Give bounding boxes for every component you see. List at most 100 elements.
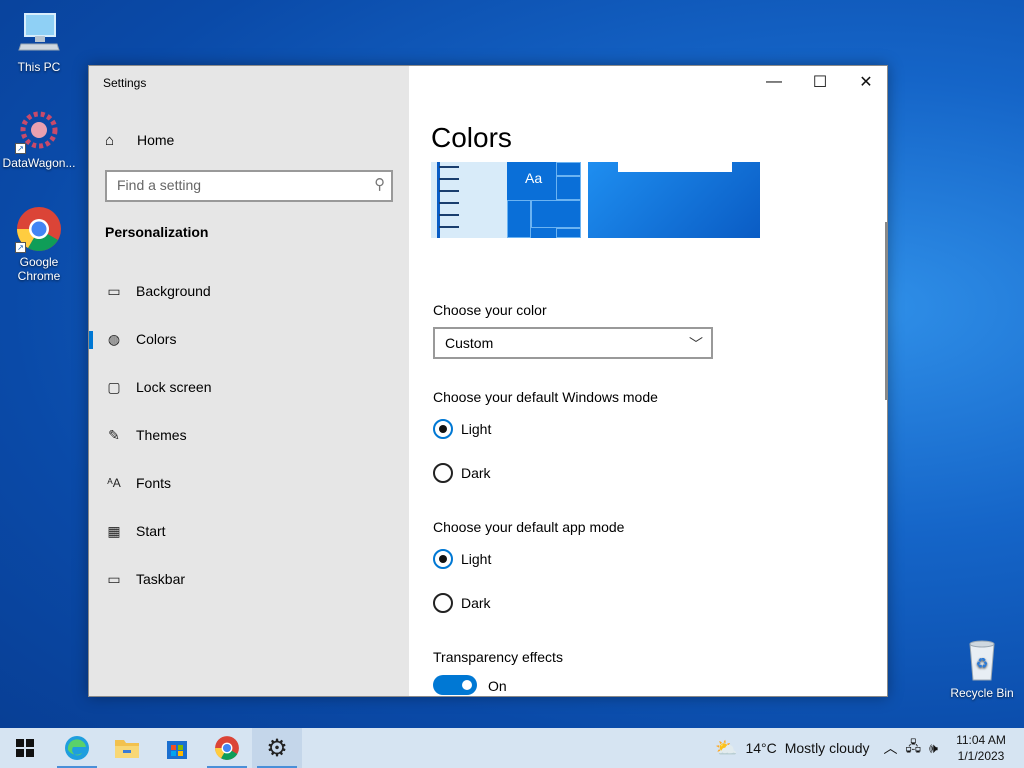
clock-time: 11:04 AM: [956, 733, 1006, 747]
preview-sample-text: Aa: [525, 170, 543, 186]
windows-mode-light-radio[interactable]: Light: [433, 418, 491, 440]
recycle-bin-icon: ♻: [958, 636, 1006, 684]
app-mode-dark-radio[interactable]: Dark: [433, 592, 491, 614]
sidebar-item-colors[interactable]: ◍ Colors: [89, 321, 409, 357]
taskbar-icon: ▭: [107, 570, 121, 587]
weather-temp[interactable]: 14°C: [745, 740, 776, 756]
search-input[interactable]: Find a setting ⚲: [105, 170, 393, 202]
svg-text:♻: ♻: [976, 656, 989, 672]
page-title: Colors: [431, 122, 512, 153]
shortcut-arrow-icon: ↗: [15, 242, 26, 253]
desktop-icon-label: DataWagon...: [2, 156, 76, 170]
sidebar-item-label: Start: [136, 523, 166, 539]
main-panel: — ☐ ✕ Colors Aa Choose your color Custom…: [409, 66, 887, 696]
palette-icon: ◍: [107, 330, 121, 347]
taskbar-file-explorer-button[interactable]: [102, 728, 152, 768]
gear-icon: ⚙: [266, 734, 288, 762]
home-link[interactable]: ⌂ Home: [105, 130, 174, 150]
shortcut-arrow-icon: ↗: [15, 143, 26, 154]
radio-indicator: [433, 549, 453, 569]
choose-color-dropdown[interactable]: Custom ﹀: [433, 327, 713, 359]
sidebar-item-label: Background: [136, 283, 211, 299]
choose-color-value: Custom: [445, 335, 494, 351]
windows-mode-label: Choose your default Windows mode: [433, 389, 658, 405]
app-mode-light-radio[interactable]: Light: [433, 548, 491, 570]
window-title: Settings: [103, 76, 147, 90]
maximize-button[interactable]: ☐: [797, 66, 843, 98]
app-mode-label: Choose your default app mode: [433, 519, 625, 535]
home-label: Home: [137, 132, 175, 148]
search-placeholder: Find a setting: [117, 177, 202, 193]
lock-screen-icon: ▢: [107, 378, 121, 395]
sidebar-item-label: Fonts: [136, 475, 172, 491]
radio-label: Dark: [461, 595, 491, 611]
volume-icon[interactable]: 🕪: [929, 740, 938, 757]
minimize-button[interactable]: —: [751, 66, 797, 98]
start-button[interactable]: [0, 728, 50, 768]
taskbar-chrome-button[interactable]: [202, 728, 252, 768]
computer-icon: [15, 10, 63, 58]
transparency-toggle[interactable]: [433, 675, 477, 695]
transparency-state: On: [488, 678, 507, 694]
home-icon: ⌂: [105, 131, 115, 149]
radio-label: Light: [461, 421, 492, 437]
desktop-icon-label: Recycle Bin: [950, 686, 1014, 700]
preview-tiles: Aa: [507, 162, 581, 238]
desktop-icon-this-pc[interactable]: This PC: [1, 10, 77, 74]
store-icon: [167, 741, 187, 759]
taskbar-edge-button[interactable]: [52, 728, 102, 768]
preview-desktop: [588, 162, 760, 238]
chrome-icon: ↗: [15, 205, 63, 253]
sidebar-item-start[interactable]: ▦ Start: [89, 513, 409, 549]
taskbar: ⚙ ⛅ 14°C Mostly cloudy ︿ 🖧 🕪 11:04 AM 1/…: [0, 728, 1024, 768]
start-icon: ▦: [107, 522, 121, 539]
taskbar-store-button[interactable]: [152, 728, 202, 768]
clock[interactable]: 11:04 AM 1/1/2023: [946, 732, 1016, 764]
image-icon: ▭: [107, 282, 121, 299]
sidebar-item-taskbar[interactable]: ▭ Taskbar: [89, 561, 409, 597]
radio-label: Dark: [461, 465, 491, 481]
close-button[interactable]: ✕: [843, 66, 887, 98]
settings-window: Settings ⌂ Home Find a setting ⚲ Persona…: [88, 65, 888, 697]
brush-icon: ✎: [108, 426, 120, 443]
choose-color-label: Choose your color: [433, 302, 547, 318]
sidebar-item-label: Lock screen: [136, 379, 212, 395]
sidebar-item-label: Taskbar: [136, 571, 186, 587]
window-controls: — ☐ ✕: [751, 66, 887, 98]
preview-start-menu: [431, 162, 507, 238]
datawagon-icon: ↗: [15, 106, 63, 154]
desktop-icon-label: Google Chrome: [17, 255, 61, 283]
sidebar-item-label: Themes: [136, 427, 187, 443]
radio-indicator: [433, 419, 453, 439]
clock-date: 1/1/2023: [957, 749, 1005, 763]
search-icon: ⚲: [374, 176, 385, 193]
toggle-knob: [462, 680, 472, 690]
network-icon[interactable]: 🖧: [906, 736, 922, 760]
sidebar-item-themes[interactable]: ✎ Themes: [89, 417, 409, 453]
edge-icon: [65, 736, 89, 760]
transparency-label: Transparency effects: [433, 649, 563, 665]
weather-text[interactable]: Mostly cloudy: [785, 740, 870, 756]
taskbar-settings-button[interactable]: ⚙: [252, 728, 302, 768]
sidebar: Settings ⌂ Home Find a setting ⚲ Persona…: [89, 66, 409, 696]
windows-mode-dark-radio[interactable]: Dark: [433, 462, 491, 484]
desktop-icon-datawagon[interactable]: ↗ DataWagon...: [1, 106, 77, 170]
desktop-icon-google-chrome[interactable]: ↗ Google Chrome: [1, 205, 77, 283]
folder-icon: [115, 740, 139, 758]
color-preview: Aa: [431, 162, 761, 240]
chevron-down-icon: ﹀: [689, 336, 703, 352]
desktop-icon-recycle-bin[interactable]: ♻ Recycle Bin: [944, 636, 1020, 700]
sidebar-item-fonts[interactable]: ᴬA Fonts: [89, 465, 409, 501]
font-icon: ᴬA: [107, 476, 121, 490]
desktop-icon-label: This PC: [17, 60, 61, 74]
section-header: Personalization: [105, 224, 209, 240]
chrome-icon: [215, 736, 239, 760]
windows-logo-icon: [16, 739, 34, 757]
show-hidden-icons-button[interactable]: ︿: [884, 738, 898, 758]
radio-indicator: [433, 593, 453, 613]
sidebar-item-label: Colors: [136, 331, 177, 347]
scrollbar[interactable]: [885, 222, 887, 400]
sidebar-item-lock-screen[interactable]: ▢ Lock screen: [89, 369, 409, 405]
radio-indicator: [433, 463, 453, 483]
sidebar-item-background[interactable]: ▭ Background: [89, 273, 409, 309]
